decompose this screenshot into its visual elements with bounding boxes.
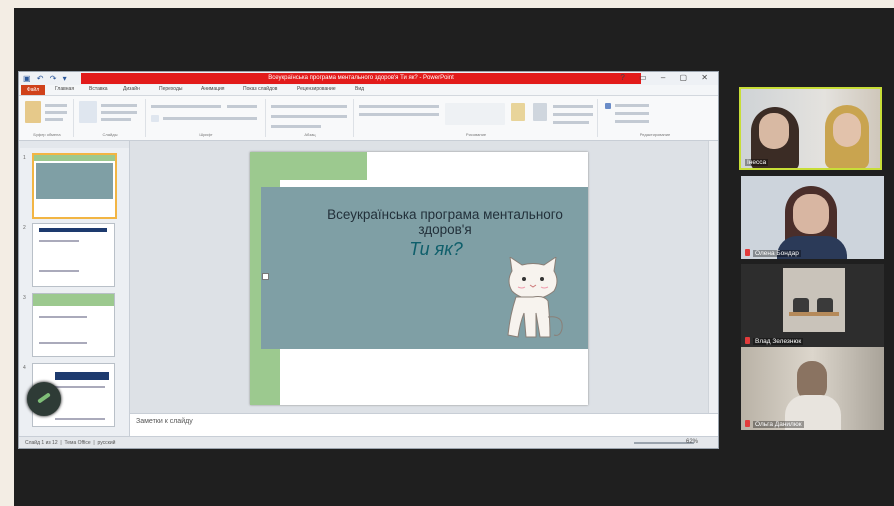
thumb-number: 3 [23, 295, 26, 301]
slides-group: Слайды [75, 99, 146, 137]
vertical-scrollbar[interactable] [708, 141, 718, 413]
mic-muted-icon [745, 249, 750, 256]
thumb-number: 1 [23, 155, 26, 161]
tab-transitions[interactable]: Переходы [159, 86, 182, 92]
tab-insert[interactable]: Вставка [89, 86, 108, 92]
slide-counter: Слайд 1 из 12 [25, 440, 58, 446]
theme-name: Тема Office [64, 440, 91, 446]
participant-name: Iнесса [745, 159, 769, 166]
font-group: Шрифт [147, 99, 266, 137]
selection-handle[interactable] [262, 273, 269, 280]
tab-view[interactable]: Вид [355, 86, 364, 92]
ribbon: Буфер обмена Слайды Шрифт Абзац Рисовани… [19, 96, 718, 141]
participant-name: Олена Бондар [753, 250, 801, 257]
tab-design[interactable]: Дизайн [123, 86, 140, 92]
slide-title[interactable]: Всеукраїнська програма ментального здоро… [320, 207, 570, 237]
participant-tile-3[interactable]: Влад Зелезнюк [741, 264, 884, 347]
participant-name: Ольга Данилюк [753, 421, 804, 428]
cat-illustration [507, 257, 563, 338]
thumbnail-slide-2[interactable] [32, 223, 115, 287]
notes-placeholder: Заметки к слайду [136, 418, 193, 425]
tab-review[interactable]: Рецензирование [297, 86, 336, 92]
thumbnail-slide-3[interactable] [32, 293, 115, 357]
thumb-number: 4 [23, 365, 26, 371]
thumb-number: 2 [23, 225, 26, 231]
tab-animations[interactable]: Анимация [201, 86, 224, 92]
slide-canvas: Всеукраїнська програма ментального здоро… [130, 141, 708, 413]
clipboard-group: Буфер обмена [21, 99, 74, 137]
quick-styles-button[interactable] [533, 103, 547, 121]
participant-tile-2[interactable]: Олена Бондар [741, 176, 884, 259]
clipboard-label: Буфер обмена [33, 132, 61, 137]
arrange-button[interactable] [511, 103, 525, 121]
paragraph-label: Абзац [304, 132, 316, 137]
tab-slideshow[interactable]: Показ слайдов [243, 86, 277, 92]
participant-tile-4[interactable]: Ольга Данилюк [741, 347, 884, 430]
slide-green-block [250, 152, 367, 180]
font-label: Шрифт [199, 132, 213, 137]
mic-muted-icon [745, 420, 750, 427]
quick-access-toolbar[interactable]: ▣ ↶ ↷ ▾ [23, 74, 69, 83]
new-slide-icon[interactable] [79, 101, 97, 123]
title-bar: ▣ ↶ ↷ ▾ Всеукраїнська програма ментально… [19, 72, 718, 85]
mic-muted-icon [745, 337, 750, 344]
language: русский [97, 440, 116, 446]
notes-pane[interactable]: Заметки к слайду [130, 413, 718, 436]
drawing-group: Рисование [355, 99, 598, 137]
editing-group: Редактирование [599, 99, 711, 137]
tab-home[interactable]: Главная [55, 86, 74, 92]
current-slide[interactable]: Всеукраїнська програма ментального здоро… [250, 152, 588, 405]
ribbon-tabs: Файл Главная Вставка Дизайн Переходы Ани… [19, 85, 718, 96]
tab-file[interactable]: Файл [21, 85, 45, 95]
editing-label: Редактирование [639, 132, 671, 137]
window-controls[interactable]: ? ▭ – ▢ ✕ [620, 73, 714, 82]
thumbnails-tabs[interactable] [20, 141, 129, 148]
participant-tile-1[interactable]: Iнесса [739, 87, 882, 170]
slide-subtitle[interactable]: Ти як? [386, 239, 486, 260]
status-info: Слайд 1 из 12 | Тема Office | русский [25, 440, 116, 446]
paragraph-group: Абзац [267, 99, 354, 137]
participant-name: Влад Зелезнюк [753, 338, 804, 345]
slides-label: Слайды [102, 132, 118, 137]
shared-screen-powerpoint: ▣ ↶ ↷ ▾ Всеукраїнська програма ментально… [18, 71, 719, 449]
window-title: Всеукраїнська програма ментального здоро… [81, 73, 641, 84]
bold-icon[interactable] [151, 115, 159, 122]
find-icon[interactable] [605, 103, 611, 109]
annotate-floating-button[interactable] [27, 382, 61, 416]
shapes-icon[interactable] [445, 103, 505, 125]
drawing-label: Рисование [465, 132, 487, 137]
thumbnail-slide-1[interactable] [32, 153, 117, 219]
paste-icon[interactable] [25, 101, 41, 123]
zoom-level[interactable]: 62% [686, 439, 698, 445]
status-bar: Слайд 1 из 12 | Тема Office | русский 62… [19, 436, 718, 448]
